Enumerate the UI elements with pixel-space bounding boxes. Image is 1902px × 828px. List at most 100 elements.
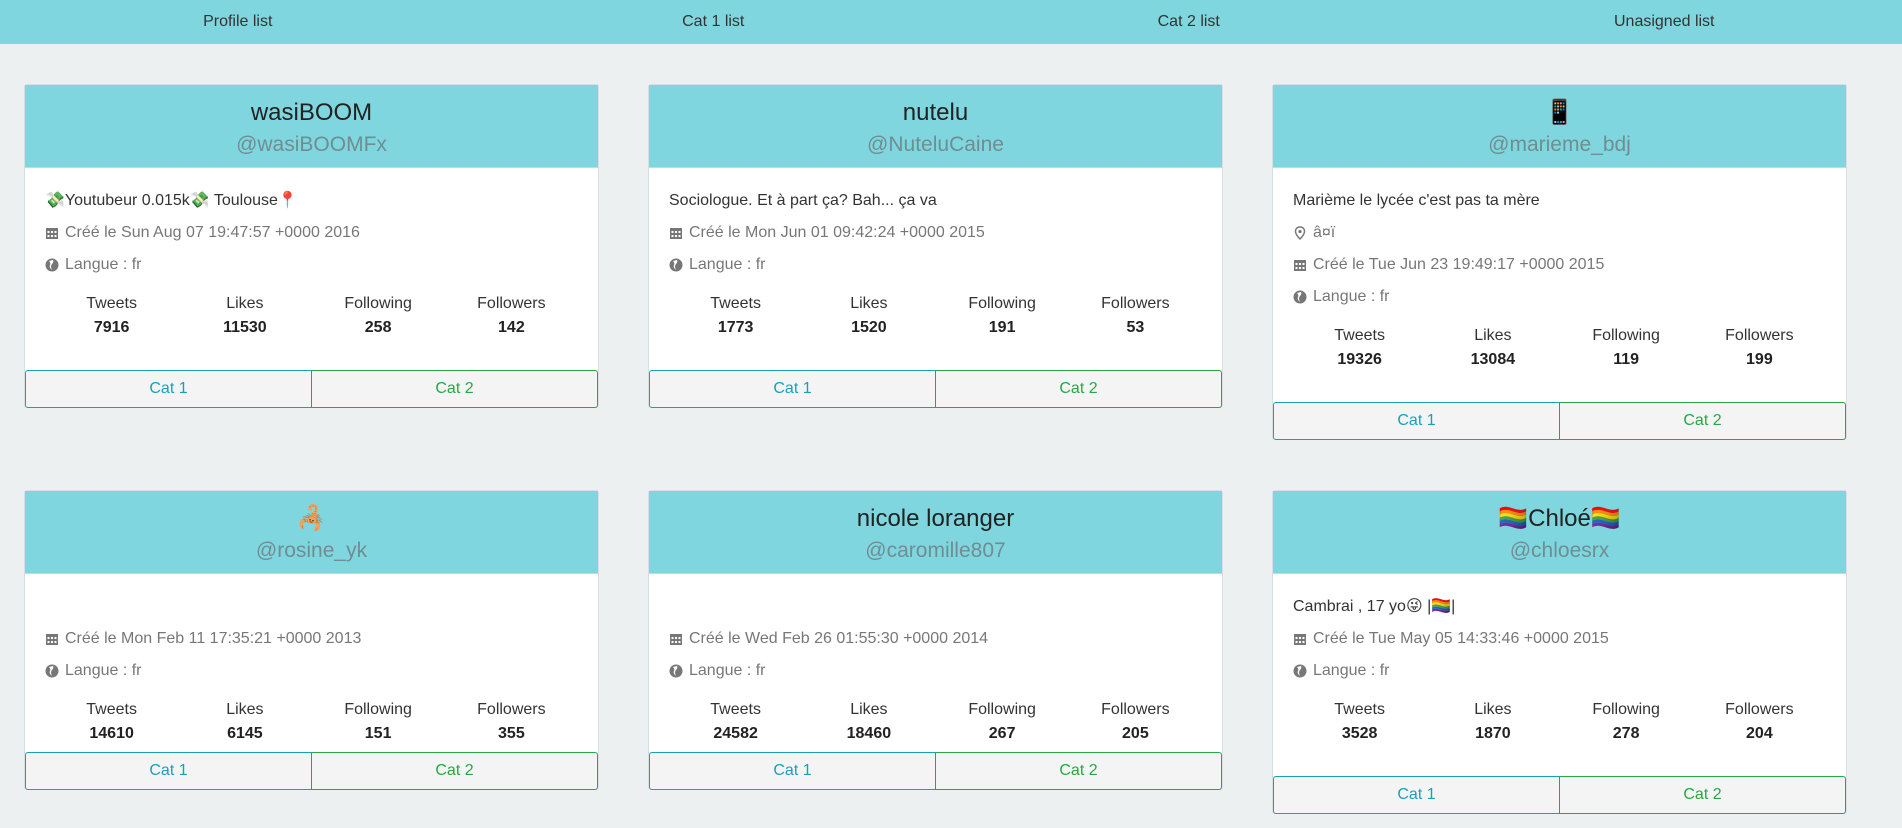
likes-label: Likes [850, 701, 888, 718]
followers-value: 53 [1126, 319, 1145, 336]
nav-unassigned-list[interactable]: Unasigned list [1427, 0, 1902, 44]
cat1-button[interactable]: Cat 1 [649, 752, 936, 790]
followers-label: Followers [1101, 701, 1170, 718]
stats-row: Tweets 14610 Likes 6145 Following 151 Follo… [45, 699, 578, 745]
likes-value: 13084 [1470, 351, 1516, 368]
profile-bio [669, 597, 1202, 617]
created-text: Créé le Tue May 05 14:33:46 +0000 2015 [1313, 630, 1609, 647]
language-text: Langue : fr [1313, 662, 1390, 679]
tweets-label: Tweets [86, 295, 137, 312]
tweets-value: 7916 [93, 319, 130, 336]
profile-bio: Marième le lycée c'est pas ta mère [1293, 192, 1540, 209]
followers-label: Followers [477, 701, 546, 718]
calendar-icon [669, 632, 683, 646]
language: Langue : fr [1293, 661, 1826, 681]
profile-bio [45, 597, 578, 617]
following-value: 119 [1613, 351, 1640, 368]
language: Langue : fr [45, 255, 578, 275]
cat1-button[interactable]: Cat 1 [25, 752, 312, 790]
profile-name: nicole loranger [856, 505, 1015, 532]
language: Langue : fr [45, 661, 578, 681]
language-text: Langue : fr [1313, 288, 1390, 305]
following-value: 278 [1612, 725, 1640, 742]
nav-cat2-list[interactable]: Cat 2 list [951, 0, 1427, 44]
likes-label: Likes [226, 295, 264, 312]
followers-value: 355 [498, 725, 525, 742]
tweets-value: 3528 [1341, 725, 1378, 742]
card-header: 🦂 @rosine_yk [25, 491, 598, 574]
following-label: Following [968, 295, 1036, 312]
likes-value: 1520 [851, 319, 887, 336]
cat2-button[interactable]: Cat 2 [935, 752, 1222, 790]
calendar-icon [45, 226, 59, 240]
language: Langue : fr [1293, 287, 1826, 307]
profile-card: nutelu @NuteluCaine Sociologue. Et à par… [648, 84, 1223, 408]
likes-label: Likes [226, 701, 264, 718]
profile-bio: Sociologue. Et à part ça? Bah... ça va [669, 192, 937, 209]
cat1-button[interactable]: Cat 1 [1273, 402, 1560, 440]
followers-value: 142 [498, 319, 525, 336]
profile-card: nicole loranger @caromille807 Créé le We… [648, 490, 1223, 790]
created-date: Créé le Mon Jun 01 09:42:24 +0000 2015 [669, 223, 1202, 243]
profile-handle: @caromille807 [865, 539, 1006, 562]
tweets-label: Tweets [710, 701, 761, 718]
created-text: Créé le Sun Aug 07 19:47:57 +0000 2016 [65, 224, 360, 241]
card-header: 🏳️‍🌈Chloé🏳️‍🌈 @chloesrx [1273, 491, 1846, 574]
tweets-label: Tweets [1334, 327, 1385, 344]
language-text: Langue : fr [689, 662, 766, 679]
language: Langue : fr [669, 661, 1202, 681]
map-pin-icon [1293, 226, 1307, 240]
stats-row: Tweets 3528 Likes 1870 Following 278 Follow… [1293, 699, 1826, 745]
card-header: wasiBOOM @wasiBOOMFx [25, 85, 598, 168]
nav-profile-list[interactable]: Profile list [0, 0, 476, 44]
tweets-value: 24582 [713, 725, 758, 742]
followers-label: Followers [1725, 327, 1794, 344]
stats-row: Tweets 1773 Likes 1520 Following 191 Follow… [669, 293, 1202, 339]
globe-icon [669, 258, 683, 272]
category-buttons: Cat 1 Cat 2 [25, 370, 598, 408]
cat2-button[interactable]: Cat 2 [311, 752, 598, 790]
calendar-icon [1293, 258, 1307, 272]
created-date: Créé le Mon Feb 11 17:35:21 +0000 2013 [45, 629, 578, 649]
globe-icon [1293, 290, 1307, 304]
following-value: 267 [988, 725, 1016, 742]
calendar-icon [45, 632, 59, 646]
cat2-button[interactable]: Cat 2 [311, 370, 598, 408]
following-value: 191 [988, 319, 1016, 336]
nav-cat1-list[interactable]: Cat 1 list [476, 0, 952, 44]
profile-card: wasiBOOM @wasiBOOMFx 💸Youtubeur 0.015k💸 … [24, 84, 599, 408]
stats-row: Tweets 19326 Likes 13084 Following 119 Foll… [1293, 325, 1826, 371]
following-label: Following [344, 701, 412, 718]
category-buttons: Cat 1 Cat 2 [25, 752, 598, 790]
cat1-button[interactable]: Cat 1 [25, 370, 312, 408]
cat2-button[interactable]: Cat 2 [1559, 402, 1846, 440]
likes-value: 1870 [1475, 725, 1511, 742]
category-buttons: Cat 1 Cat 2 [649, 370, 1222, 408]
likes-value: 6145 [227, 725, 263, 742]
tweets-label: Tweets [710, 295, 761, 312]
cat2-button[interactable]: Cat 2 [1559, 776, 1846, 814]
cat1-button[interactable]: Cat 1 [1273, 776, 1560, 814]
profile-card: 🏳️‍🌈Chloé🏳️‍🌈 @chloesrx Cambrai , 17 yo😜… [1272, 490, 1847, 814]
language-text: Langue : fr [65, 662, 142, 679]
likes-value: 18460 [846, 725, 892, 742]
likes-label: Likes [850, 295, 888, 312]
calendar-icon [1293, 632, 1307, 646]
cat1-button[interactable]: Cat 1 [649, 370, 936, 408]
tweets-label: Tweets [86, 701, 137, 718]
profile-name: nutelu [902, 99, 969, 126]
top-nav: Profile list Cat 1 list Cat 2 list Unasi… [0, 0, 1902, 44]
profile-card: 🦂 @rosine_yk Créé le Mon Feb 11 17:35:21… [24, 490, 599, 790]
globe-icon [1293, 664, 1307, 678]
profile-name: wasiBOOM [250, 99, 373, 126]
created-date: Créé le Tue Jun 23 19:49:17 +0000 2015 [1293, 255, 1826, 275]
followers-label: Followers [1725, 701, 1794, 718]
following-value: 258 [364, 319, 392, 336]
created-date: Créé le Sun Aug 07 19:47:57 +0000 2016 [45, 223, 578, 243]
cat2-button[interactable]: Cat 2 [935, 370, 1222, 408]
location-text: â¤ï [1313, 224, 1336, 241]
profile-bio: Cambrai , 17 yo😜 |🏳️‍🌈| [1293, 598, 1456, 615]
globe-icon [45, 664, 59, 678]
followers-value: 205 [1122, 725, 1149, 742]
profile-handle: @NuteluCaine [867, 133, 1004, 156]
